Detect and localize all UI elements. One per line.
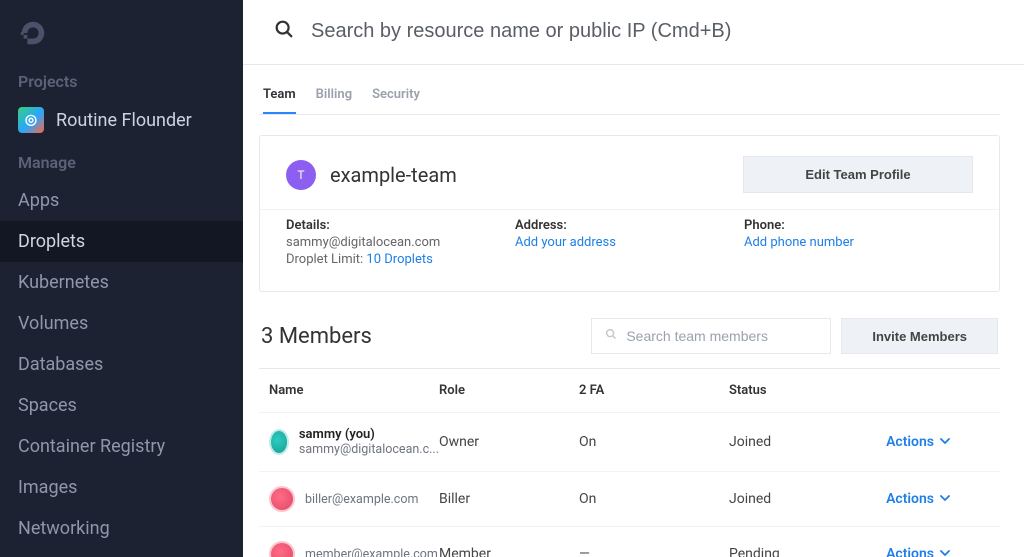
sidebar-projects-heading: Projects bbox=[0, 66, 243, 99]
members-count-title: 3 Members bbox=[261, 324, 372, 349]
global-search-input[interactable] bbox=[311, 20, 994, 43]
member-role: Member bbox=[439, 546, 579, 557]
sidebar-item-kubernetes[interactable]: Kubernetes bbox=[0, 262, 243, 303]
member-role: Biller bbox=[439, 491, 579, 507]
member-status: Pending bbox=[729, 546, 879, 557]
settings-tabs: Team Billing Security bbox=[259, 83, 1000, 115]
brand-logo bbox=[0, 18, 243, 66]
tab-billing[interactable]: Billing bbox=[316, 83, 352, 114]
phone-label: Phone: bbox=[744, 218, 973, 233]
actions-menu-button[interactable]: Actions bbox=[886, 546, 950, 557]
members-table: Name Role 2 FA Status sammy (you)sammy@d… bbox=[259, 368, 1000, 557]
main-area: Team Billing Security T example-team Edit … bbox=[243, 0, 1024, 557]
tab-security[interactable]: Security bbox=[372, 83, 420, 114]
edit-team-profile-button[interactable]: Edit Team Profile bbox=[743, 156, 973, 193]
add-phone-link[interactable]: Add phone number bbox=[744, 235, 973, 250]
col-status: Status bbox=[729, 383, 879, 398]
avatar bbox=[269, 429, 289, 455]
details-email: sammy@digitalocean.com bbox=[286, 235, 515, 250]
droplet-limit-label: Droplet Limit: bbox=[286, 252, 363, 267]
table-row: member@example.comMember—Pending Actions bbox=[259, 527, 1000, 557]
sidebar-item-monitoring[interactable]: Monitoring bbox=[0, 549, 243, 557]
table-row: sammy (you)sammy@digitalocean.c...OwnerO… bbox=[259, 413, 1000, 472]
actions-menu-button[interactable]: Actions bbox=[886, 434, 950, 450]
chevron-down-icon bbox=[940, 546, 950, 557]
sidebar-manage-heading: Manage bbox=[0, 147, 243, 180]
project-icon: ◎ bbox=[18, 107, 44, 133]
avatar bbox=[269, 541, 295, 557]
member-name: sammy (you) bbox=[299, 427, 439, 442]
team-avatar: T bbox=[286, 160, 316, 190]
member-email: biller@example.com bbox=[305, 492, 418, 507]
sidebar-item-volumes[interactable]: Volumes bbox=[0, 303, 243, 344]
invite-members-button[interactable]: Invite Members bbox=[841, 318, 998, 354]
col-2fa: 2 FA bbox=[579, 383, 729, 398]
search-icon bbox=[273, 18, 295, 44]
avatar bbox=[269, 486, 295, 512]
member-role: Owner bbox=[439, 434, 579, 450]
member-status: Joined bbox=[729, 491, 879, 507]
digitalocean-logo-icon bbox=[18, 18, 48, 48]
col-name: Name bbox=[269, 383, 439, 398]
actions-menu-button[interactable]: Actions bbox=[886, 491, 950, 507]
sidebar-item-images[interactable]: Images bbox=[0, 467, 243, 508]
member-2fa: — bbox=[579, 546, 729, 557]
search-icon bbox=[604, 327, 618, 345]
team-panel: T example-team Edit Team Profile Details… bbox=[259, 135, 1000, 292]
sidebar-item-apps[interactable]: Apps bbox=[0, 180, 243, 221]
sidebar: Projects ◎ Routine Flounder Manage AppsD… bbox=[0, 0, 243, 557]
member-2fa: On bbox=[579, 491, 729, 507]
sidebar-item-container-registry[interactable]: Container Registry bbox=[0, 426, 243, 467]
project-name: Routine Flounder bbox=[56, 110, 192, 131]
chevron-down-icon bbox=[940, 491, 950, 507]
member-email: member@example.com bbox=[305, 547, 438, 557]
address-label: Address: bbox=[515, 218, 744, 233]
sidebar-item-networking[interactable]: Networking bbox=[0, 508, 243, 549]
sidebar-item-databases[interactable]: Databases bbox=[0, 344, 243, 385]
details-label: Details: bbox=[286, 218, 515, 233]
tab-team[interactable]: Team bbox=[263, 83, 296, 114]
add-address-link[interactable]: Add your address bbox=[515, 235, 744, 250]
droplet-limit-link[interactable]: 10 Droplets bbox=[366, 252, 432, 267]
sidebar-item-droplets[interactable]: Droplets bbox=[0, 221, 243, 262]
members-search-input[interactable] bbox=[626, 328, 818, 344]
members-table-header: Name Role 2 FA Status bbox=[259, 369, 1000, 413]
chevron-down-icon bbox=[940, 434, 950, 450]
members-search-box bbox=[591, 318, 831, 354]
member-email: sammy@digitalocean.c... bbox=[299, 442, 439, 457]
global-search-bar bbox=[243, 0, 1024, 65]
member-status: Joined bbox=[729, 434, 879, 450]
sidebar-project-item[interactable]: ◎ Routine Flounder bbox=[0, 99, 243, 147]
table-row: biller@example.com BillerOnJoined Actions bbox=[259, 472, 1000, 527]
team-name: example-team bbox=[330, 163, 457, 187]
member-2fa: On bbox=[579, 434, 729, 450]
sidebar-item-spaces[interactable]: Spaces bbox=[0, 385, 243, 426]
col-role: Role bbox=[439, 383, 579, 398]
sidebar-nav: AppsDropletsKubernetesVolumesDatabasesSp… bbox=[0, 180, 243, 557]
